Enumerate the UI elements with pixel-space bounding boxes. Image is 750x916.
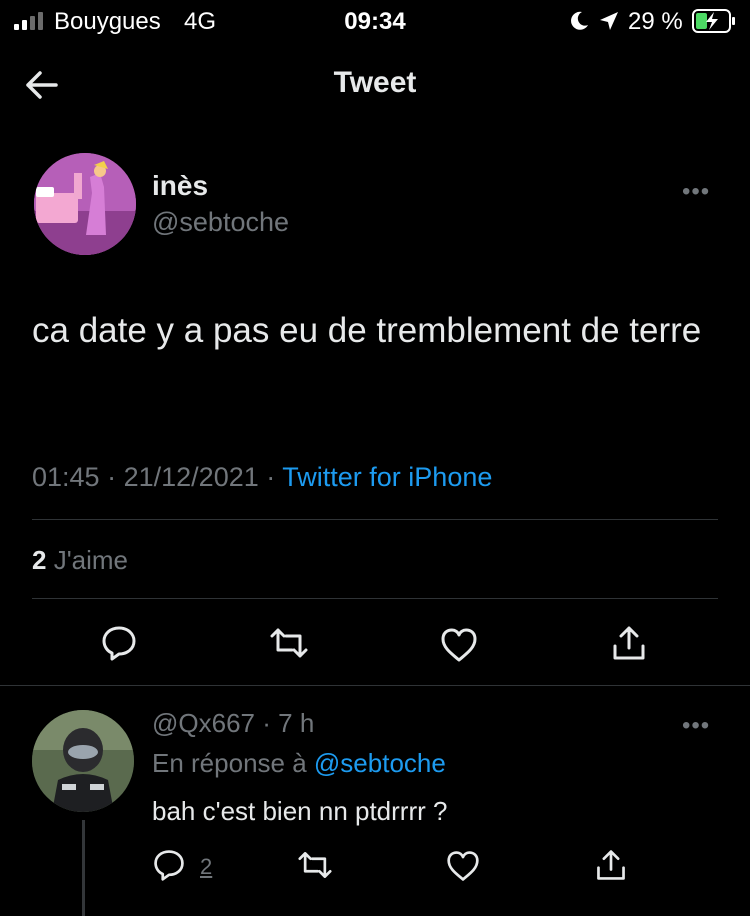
tweet-meta: 01:45 · 21/12/2021 · Twitter for iPhone (32, 462, 492, 493)
author-handle[interactable]: @sebtoche (152, 207, 289, 238)
likes-summary[interactable]: 2 J'aime (32, 545, 128, 576)
location-icon (600, 12, 618, 30)
share-icon[interactable] (610, 624, 648, 662)
avatar[interactable] (34, 153, 136, 255)
retweet-icon[interactable] (270, 624, 308, 662)
avatar-image (34, 153, 136, 255)
page-title: Tweet (333, 66, 417, 99)
reply-avatar-image (32, 710, 134, 812)
retweet-icon[interactable] (298, 848, 332, 882)
reply-more-options-icon[interactable]: ••• (682, 712, 710, 740)
author-name[interactable]: inès (152, 170, 208, 202)
in-reply-to-label: En réponse à (152, 748, 307, 778)
moon-icon (571, 11, 588, 30)
meta-separator: · (266, 462, 276, 492)
in-reply-to-mention[interactable]: @sebtoche (314, 748, 446, 778)
reply-text: bah c'est bien nn ptdrrrr ? (152, 796, 448, 826)
divider (0, 685, 750, 686)
status-bar: Bouygues 4G 09:34 29 % (0, 0, 750, 42)
meta-separator: · (107, 462, 117, 492)
in-reply-to: En réponse à @sebtoche (152, 748, 446, 779)
likes-label: J'aime (53, 545, 129, 575)
battery-percent: 29 % (628, 8, 683, 35)
reply-count: 2 (200, 854, 213, 879)
like-icon[interactable] (446, 849, 480, 883)
tweet-source-link[interactable]: Twitter for iPhone (282, 462, 492, 492)
reply-age: 7 h (278, 708, 315, 738)
share-icon[interactable] (594, 848, 628, 882)
likes-count: 2 (32, 545, 47, 575)
divider (32, 519, 718, 520)
reply-author-handle[interactable]: @Qx667 (152, 708, 255, 738)
reply-avatar[interactable] (32, 710, 134, 812)
reply-icon[interactable] (152, 848, 186, 882)
tweet-time: 01:45 (32, 462, 100, 492)
reply-icon[interactable] (100, 624, 138, 662)
tweet-text: ca date y a pas eu de tremblement de ter… (32, 311, 702, 350)
reply-meta: @Qx667 · 7 h (152, 708, 314, 739)
divider (32, 598, 718, 599)
more-options-icon[interactable]: ••• (682, 178, 710, 206)
meta-separator: · (262, 708, 271, 738)
thread-line (82, 820, 85, 916)
battery-charging-icon (692, 9, 735, 33)
tweet-date: 21/12/2021 (123, 462, 259, 492)
like-icon[interactable] (440, 626, 478, 664)
